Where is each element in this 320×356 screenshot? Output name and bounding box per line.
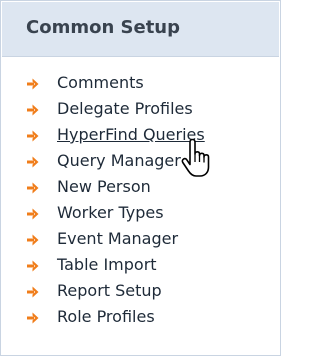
link-new-person[interactable]: New Person	[57, 177, 151, 196]
list-item-role-profiles: Role Profiles	[1, 305, 280, 331]
panel-header: Common Setup	[2, 2, 279, 57]
list-item-worker-types: Worker Types	[1, 201, 280, 227]
arrow-right-icon	[26, 155, 40, 169]
list-item-new-person: New Person	[1, 175, 280, 201]
link-query-manager[interactable]: Query Manager	[57, 151, 181, 170]
link-role-profiles[interactable]: Role Profiles	[57, 307, 155, 326]
common-setup-panel: Common Setup Comments Delegate Profiles …	[0, 0, 281, 356]
arrow-right-icon	[26, 129, 40, 143]
link-report-setup[interactable]: Report Setup	[57, 281, 162, 300]
link-event-manager[interactable]: Event Manager	[57, 229, 178, 248]
panel-title: Common Setup	[26, 17, 181, 38]
list-item-event-manager: Event Manager	[1, 227, 280, 253]
list-item-query-manager: Query Manager	[1, 149, 280, 175]
arrow-right-icon	[26, 233, 40, 247]
arrow-right-icon	[26, 181, 40, 195]
arrow-right-icon	[26, 285, 40, 299]
list-item-delegate-profiles: Delegate Profiles	[1, 97, 280, 123]
link-delegate-profiles[interactable]: Delegate Profiles	[57, 99, 193, 118]
list-item-hyperfind-queries: HyperFind Queries	[1, 123, 280, 149]
link-hyperfind-queries[interactable]: HyperFind Queries	[57, 125, 205, 144]
list-item-comments: Comments	[1, 71, 280, 97]
link-worker-types[interactable]: Worker Types	[57, 203, 164, 222]
list-item-table-import: Table Import	[1, 253, 280, 279]
link-table-import[interactable]: Table Import	[57, 255, 157, 274]
list-item-report-setup: Report Setup	[1, 279, 280, 305]
arrow-right-icon	[26, 77, 40, 91]
arrow-right-icon	[26, 103, 40, 117]
link-comments[interactable]: Comments	[57, 73, 144, 92]
arrow-right-icon	[26, 259, 40, 273]
arrow-right-icon	[26, 207, 40, 221]
arrow-right-icon	[26, 311, 40, 325]
